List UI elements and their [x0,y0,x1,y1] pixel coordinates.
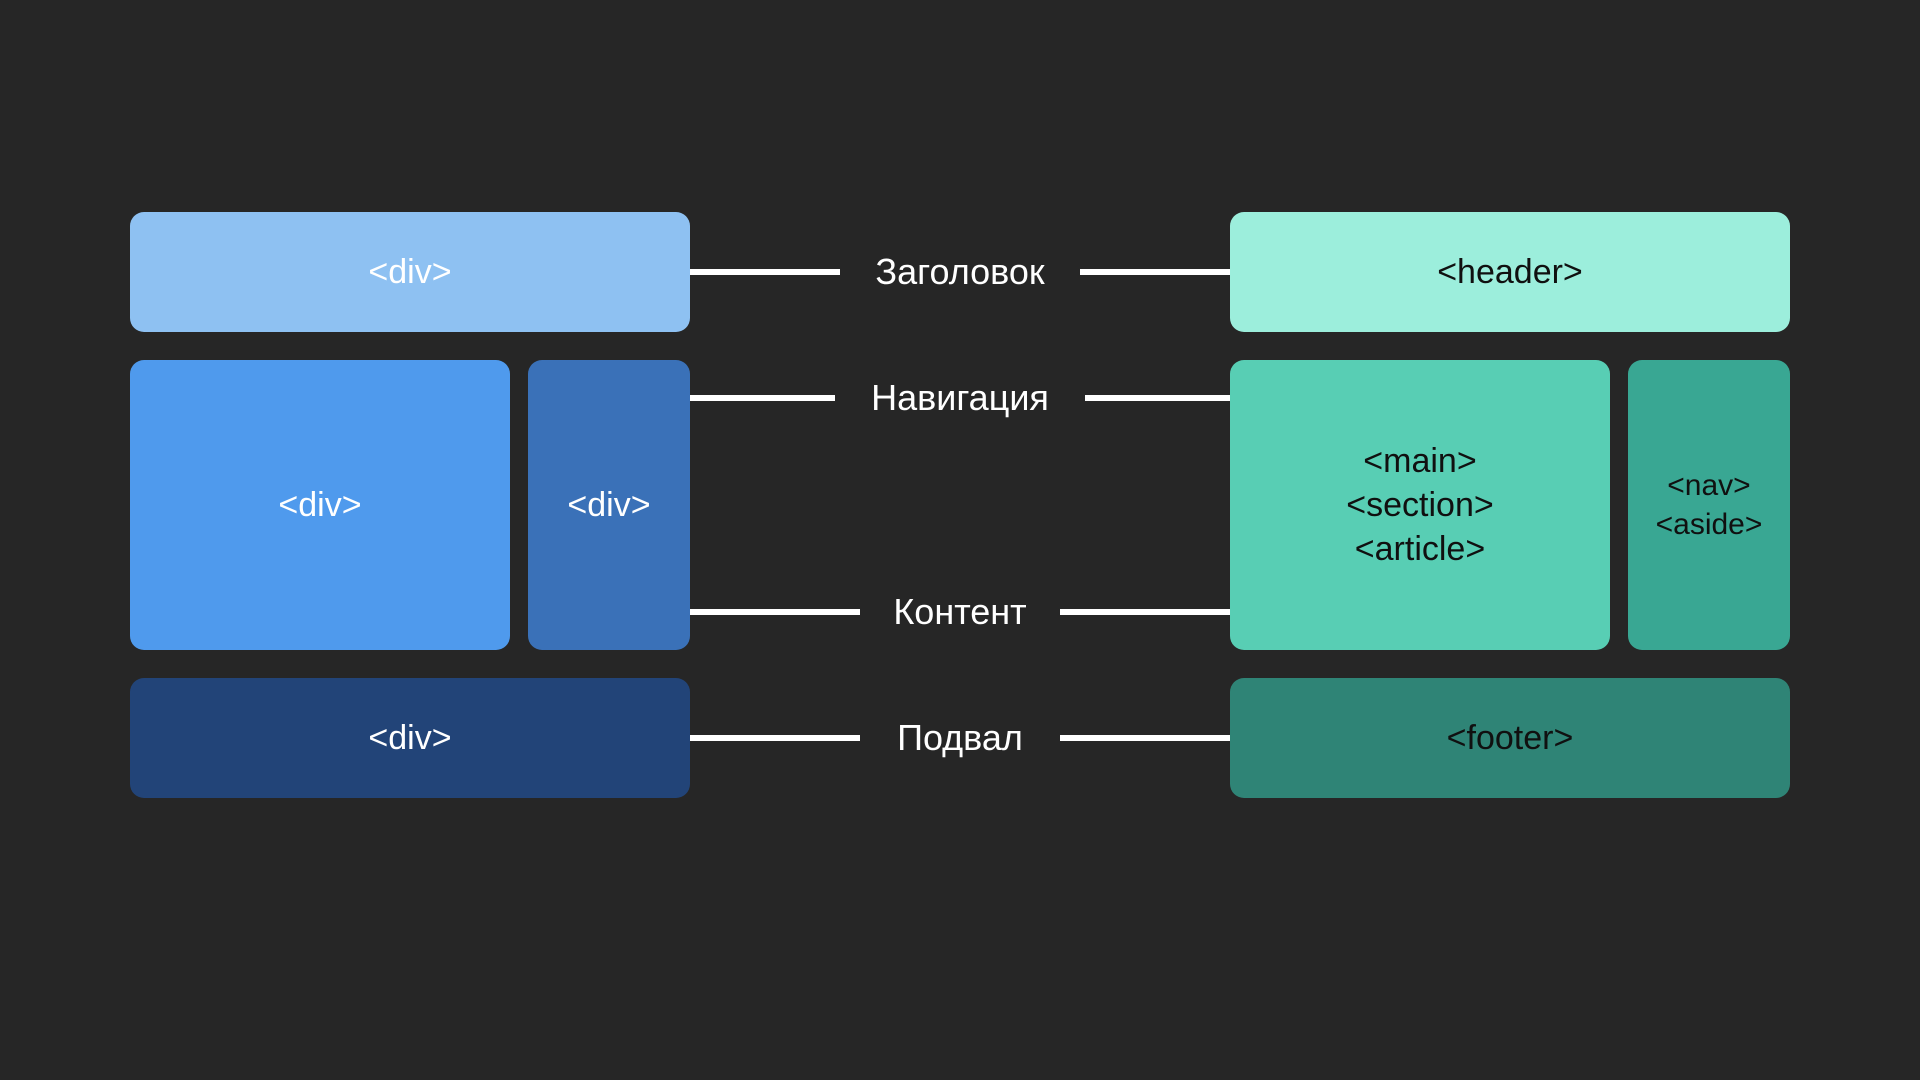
right-main-box: <main> <section> <article> [1230,360,1610,650]
left-footer-box: <div> [130,678,690,798]
label-content: Контент [893,591,1026,633]
connector-line [1060,609,1230,615]
right-main-label: <main> <section> <article> [1346,439,1493,572]
label-footer: Подвал [897,717,1023,759]
left-side-label: <div> [567,483,650,527]
connector-line [690,395,835,401]
left-main-box: <div> [130,360,510,650]
right-footer-box: <footer> [1230,678,1790,798]
right-footer-label: <footer> [1447,716,1574,760]
connector-line [1085,395,1230,401]
right-header-label: <header> [1437,250,1583,294]
left-header-label: <div> [368,250,451,294]
connector-line [690,269,840,275]
right-header-box: <header> [1230,212,1790,332]
diagram-stage: <div> <div> <div> <div> <header> <main> … [0,0,1920,1080]
connector-line [1060,735,1230,741]
left-main-label: <div> [278,483,361,527]
right-side-label: <nav> <aside> [1656,466,1763,544]
left-header-box: <div> [130,212,690,332]
label-navigation: Навигация [871,377,1049,419]
connector-line [690,609,860,615]
left-side-box: <div> [528,360,690,650]
connector-line [1080,269,1230,275]
right-side-box: <nav> <aside> [1628,360,1790,650]
label-header: Заголовок [875,251,1044,293]
connector-line [690,735,860,741]
left-footer-label: <div> [368,716,451,760]
